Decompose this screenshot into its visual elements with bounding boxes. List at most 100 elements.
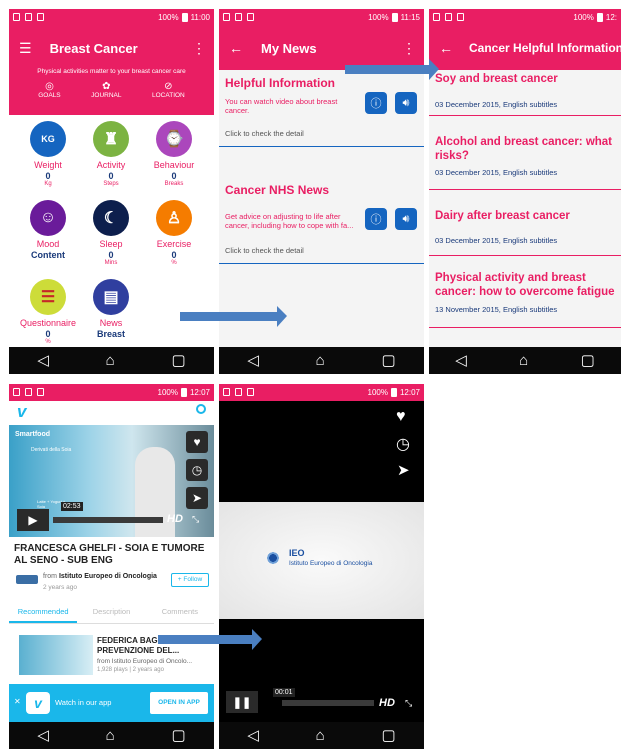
article-date: 13 November 2015, English subtitles <box>435 305 558 314</box>
battery-icon <box>390 388 397 397</box>
tab-goals[interactable]: ◎ GOALS <box>38 81 60 99</box>
back-arrow-icon[interactable]: ← <box>229 40 243 56</box>
tile-icon: KG <box>30 121 66 157</box>
tab-journal[interactable]: ✿ JOURNAL <box>91 81 121 99</box>
home-icon[interactable]: ⌂ <box>316 728 325 743</box>
tab-recommended[interactable]: Recommended <box>9 601 78 623</box>
recents-icon[interactable]: ▢ <box>581 353 595 368</box>
page-title: Breast Cancer <box>49 40 138 56</box>
back-icon[interactable]: ◁ <box>455 353 467 368</box>
hd-label[interactable]: HD <box>167 513 183 525</box>
tile-icon: ☰ <box>30 279 66 315</box>
play-button[interactable]: ▶ <box>17 509 49 531</box>
tile-unit: % <box>171 260 177 266</box>
article-item[interactable]: Physical activity and breast cancer: how… <box>435 271 615 314</box>
overflow-menu-icon[interactable]: ⋮ <box>192 40 206 57</box>
back-icon[interactable]: ◁ <box>247 353 259 368</box>
heart-icon[interactable]: ♥ <box>186 431 208 453</box>
pause-button[interactable]: ❚❚ <box>226 691 258 713</box>
flow-arrow <box>158 629 262 650</box>
back-icon[interactable]: ◁ <box>37 353 49 368</box>
ieo-logo-icon <box>263 550 283 566</box>
back-arrow-icon[interactable]: ← <box>439 40 453 56</box>
close-icon[interactable]: ✕ <box>14 697 21 706</box>
share-icon[interactable]: ➤ <box>186 487 208 509</box>
back-icon[interactable]: ◁ <box>247 728 259 743</box>
tile-label: Sleep <box>99 239 123 249</box>
vimeo-app-icon: v <box>26 692 50 714</box>
menu-icon[interactable]: ☰ <box>19 40 32 57</box>
share-icon[interactable]: ➤ <box>397 461 410 479</box>
tile-questionnaire[interactable]: ☰ Questionnaire 0% <box>13 279 83 345</box>
home-icon[interactable]: ⌂ <box>519 353 528 368</box>
detail-link[interactable]: Click to check the detail <box>225 129 304 138</box>
article-item[interactable]: Dairy after breast cancer 03 December 201… <box>435 209 615 245</box>
recents-icon[interactable]: ▢ <box>171 353 185 368</box>
video-brand: Smartfood <box>15 431 50 438</box>
divider <box>219 263 424 264</box>
speaker-button[interactable]: 🔊︎ <box>395 92 417 114</box>
recents-icon[interactable]: ▢ <box>381 353 395 368</box>
tab-comments[interactable]: Comments <box>146 601 214 623</box>
progress-track[interactable] <box>282 700 374 706</box>
detail-link[interactable]: Click to check the detail <box>225 246 304 255</box>
recents-icon[interactable]: ▢ <box>381 728 395 743</box>
progress-track[interactable] <box>53 517 163 523</box>
info-button[interactable]: ⓘ <box>365 92 387 114</box>
tab-location-label: LOCATION <box>152 92 185 99</box>
follow-button[interactable]: + Follow <box>171 573 209 587</box>
related-thumbnail[interactable] <box>19 635 93 675</box>
clock-icon[interactable]: ◷ <box>186 459 208 481</box>
speaker-button[interactable]: 🔊︎ <box>395 208 417 230</box>
battery-text: 100% <box>157 388 178 397</box>
video-player[interactable]: Smartfood Derivati della Soia Latte + Yo… <box>9 425 214 537</box>
tile-value: 0 <box>45 171 51 181</box>
video-frame[interactable]: IEO Istituto Europeo di Oncologia <box>219 502 424 619</box>
back-icon[interactable]: ◁ <box>37 728 49 743</box>
article-date: 03 December 2015, English subtitles <box>435 100 558 109</box>
tile-weight[interactable]: KG Weight 0 Kg <box>13 121 83 187</box>
clock-icon[interactable]: ◷ <box>396 434 410 454</box>
home-icon[interactable]: ⌂ <box>106 728 115 743</box>
channel-name[interactable]: Istituto Europeo di Oncologia <box>59 573 157 580</box>
recents-icon[interactable]: ▢ <box>171 728 185 743</box>
header-panel: Physical activities matter to your breas… <box>9 68 214 115</box>
android-nav-bar: ◁ ⌂ ▢ <box>219 347 424 374</box>
tile-icon: ☾ <box>93 200 129 236</box>
clock: 11:00 <box>190 13 210 22</box>
time-tooltip: 02:53 <box>61 502 83 511</box>
fullscreen-icon[interactable]: ⤡ <box>192 514 199 525</box>
battery-text: 100% <box>158 13 179 22</box>
heart-icon[interactable]: ♥ <box>396 408 406 426</box>
home-icon[interactable]: ⌂ <box>316 353 325 368</box>
upload-age: 2 years ago <box>43 584 77 591</box>
tile-sleep[interactable]: ☾ Sleep 0 Mins <box>76 200 146 266</box>
tab-location[interactable]: ⊘ LOCATION <box>152 81 185 99</box>
app-bar: ← Cancer Helpful Information <box>429 26 621 70</box>
tab-description[interactable]: Description <box>77 601 145 623</box>
tile-label: Behaviour <box>153 160 195 170</box>
location-icon: ⊘ <box>164 81 173 92</box>
tile-news[interactable]: ▤ News Breast <box>76 279 146 339</box>
open-in-app-button[interactable]: OPEN IN APP <box>150 692 208 714</box>
tile-value: Content <box>31 250 65 260</box>
article-item[interactable]: Soy and breast cancer 03 December 2015, E… <box>435 72 615 109</box>
home-icon[interactable]: ⌂ <box>106 353 115 368</box>
hd-label[interactable]: HD <box>379 697 395 709</box>
tile-value: 0 <box>171 171 177 181</box>
article-item[interactable]: Alcohol and breast cancer: what risks? 03… <box>435 135 615 177</box>
tile-mood[interactable]: ☺ Mood Content <box>13 200 83 260</box>
helpful-info-text: You can watch video about breast cancer. <box>225 97 338 115</box>
vimeo-logo[interactable]: v <box>17 402 26 422</box>
tile-behaviour[interactable]: ⌚ Behaviour 0 Breaks <box>139 121 209 187</box>
tile-activity[interactable]: ♜ Activity 0 Steps <box>76 121 146 187</box>
overflow-menu-icon[interactable]: ⋮ <box>402 40 416 57</box>
tile-exercise[interactable]: ♙ Exercise 0% <box>139 200 209 266</box>
article-title: Physical activity and breast cancer: how… <box>435 272 615 298</box>
banner-text: Watch in our app <box>55 698 112 707</box>
app-banner: ✕ v Watch in our app OPEN IN APP <box>9 684 214 722</box>
info-button[interactable]: ⓘ <box>365 208 387 230</box>
tile-label: Questionnaire <box>19 318 77 328</box>
fullscreen-exit-icon[interactable]: ⤡ <box>405 698 412 709</box>
search-icon[interactable] <box>196 404 206 414</box>
